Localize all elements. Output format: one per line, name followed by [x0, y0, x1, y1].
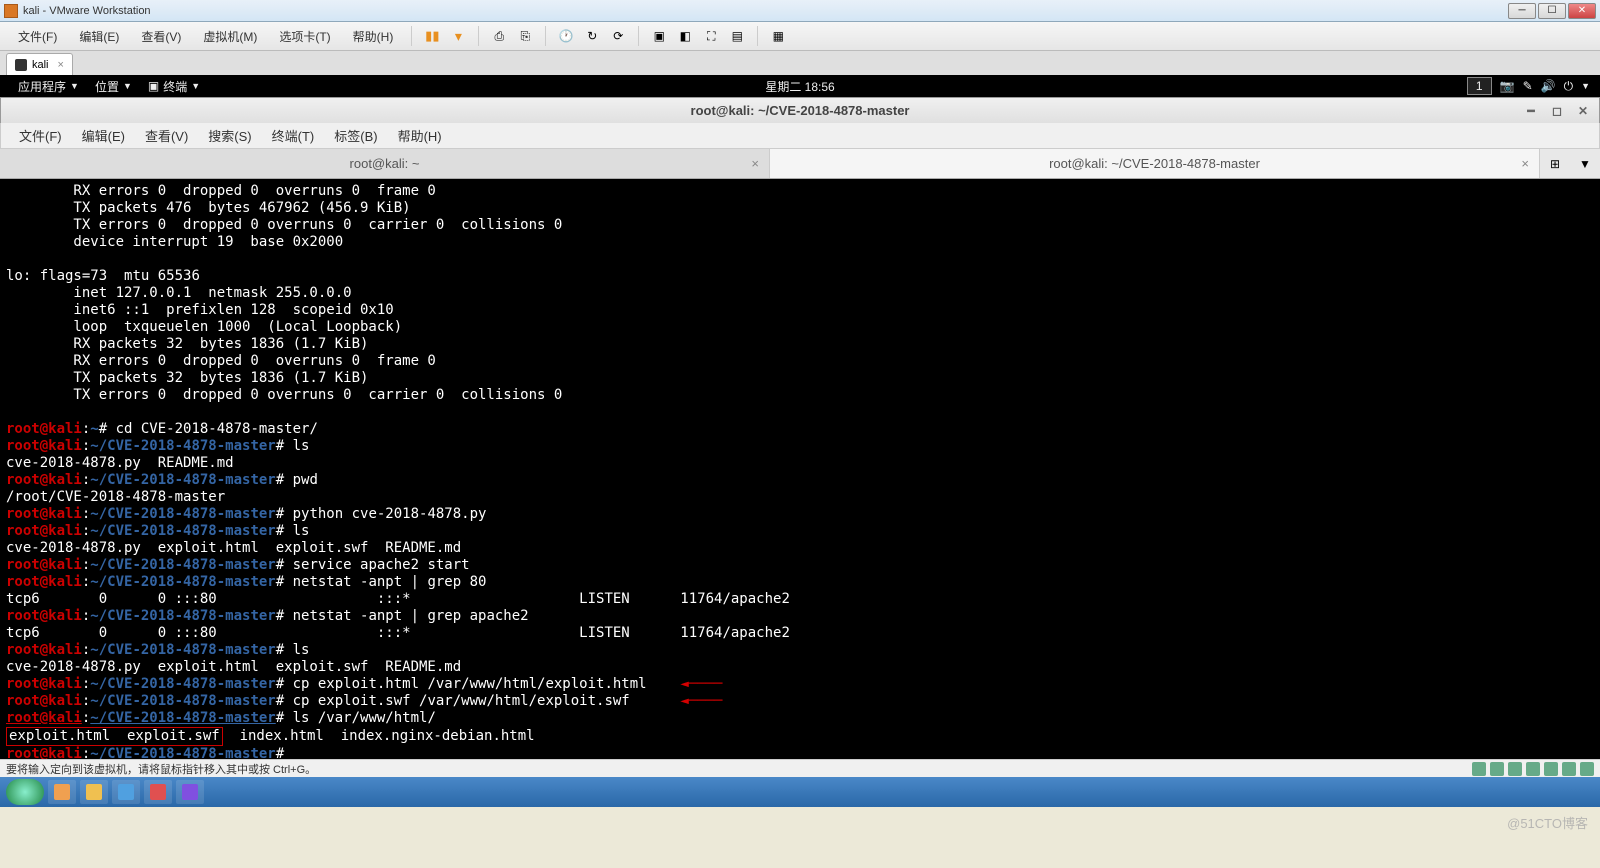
kali-places-menu[interactable]: 位置▼: [87, 78, 140, 95]
term-menu-search[interactable]: 搜索(S): [198, 122, 261, 149]
clock-button[interactable]: 🕐: [554, 24, 578, 48]
vm-tab-kali[interactable]: kali ×: [6, 53, 73, 75]
workspace-indicator[interactable]: 1: [1467, 77, 1492, 95]
term-maximize-button[interactable]: ◻: [1549, 103, 1565, 119]
start-button[interactable]: [6, 779, 44, 805]
status-device-icon[interactable]: [1580, 762, 1594, 776]
menu-vm[interactable]: 虚拟机(M): [193, 24, 267, 49]
vmware-statusbar: 要将输入定向到该虚拟机，请将鼠标指针移入其中或按 Ctrl+G。: [0, 759, 1600, 777]
status-device-icon[interactable]: [1490, 762, 1504, 776]
terminal-output[interactable]: RX errors 0 dropped 0 overruns 0 frame 0…: [0, 179, 1600, 759]
status-device-icon[interactable]: [1562, 762, 1576, 776]
taskbar-item[interactable]: [144, 780, 172, 804]
status-device-icon[interactable]: [1508, 762, 1522, 776]
vm-tab-label: kali: [32, 59, 49, 71]
window-title: kali - VMware Workstation: [23, 5, 151, 17]
snapshot-button[interactable]: ⎙: [487, 24, 511, 48]
close-icon[interactable]: ×: [1521, 156, 1529, 171]
menu-edit[interactable]: 编辑(E): [69, 24, 129, 49]
vmware-menubar: 文件(F) 编辑(E) 查看(V) 虚拟机(M) 选项卡(T) 帮助(H) ▮▮…: [0, 22, 1600, 51]
app-icon: [118, 784, 134, 800]
taskbar-item[interactable]: [80, 780, 108, 804]
menu-tabs[interactable]: 选项卡(T): [269, 24, 340, 49]
fit-button[interactable]: ⛶: [699, 24, 723, 48]
vm-tab-close-icon[interactable]: ×: [58, 59, 64, 71]
term-menu-help[interactable]: 帮助(H): [388, 122, 452, 149]
taskbar-item[interactable]: [48, 780, 76, 804]
terminal-tab-1[interactable]: root@kali: ~ ×: [0, 149, 770, 178]
term-menu-view[interactable]: 查看(V): [135, 122, 198, 149]
vm-tab-icon: [15, 59, 27, 71]
watermark: @51CTO博客: [1507, 813, 1588, 832]
menu-view[interactable]: 查看(V): [131, 24, 191, 49]
app-icon: [54, 784, 70, 800]
kali-datetime[interactable]: 星期二 18:56: [765, 78, 834, 95]
pause-button[interactable]: ▮▮: [420, 24, 444, 48]
terminal-menubar: 文件(F) 编辑(E) 查看(V) 搜索(S) 终端(T) 标签(B) 帮助(H…: [0, 123, 1600, 149]
dropdown-icon[interactable]: ▼: [1581, 81, 1590, 91]
divider: [411, 26, 412, 46]
minimize-button[interactable]: ─: [1508, 3, 1536, 19]
divider: [478, 26, 479, 46]
app-icon: [86, 784, 102, 800]
terminal-tab-2[interactable]: root@kali: ~/CVE-2018-4878-master ×: [770, 149, 1540, 178]
unity-button[interactable]: ◧: [673, 24, 697, 48]
taskbar-item[interactable]: [176, 780, 204, 804]
ctrl-alt-del-button[interactable]: ↻: [580, 24, 604, 48]
menu-file[interactable]: 文件(F): [8, 24, 67, 49]
term-minimize-button[interactable]: ━: [1523, 103, 1539, 119]
term-menu-terminal[interactable]: 终端(T): [262, 122, 325, 149]
vmware-tabbar: kali ×: [0, 51, 1600, 75]
app-icon: [182, 784, 198, 800]
kali-applications-menu[interactable]: 应用程序▼: [10, 78, 87, 95]
term-menu-tabs[interactable]: 标签(B): [324, 122, 387, 149]
vmware-icon: [4, 4, 18, 18]
refresh-button[interactable]: ⟳: [606, 24, 630, 48]
menu-help[interactable]: 帮助(H): [343, 24, 404, 49]
status-device-icon[interactable]: [1526, 762, 1540, 776]
tab-dropdown-button[interactable]: ▼: [1570, 149, 1600, 178]
volume-icon[interactable]: 🔊: [1541, 79, 1556, 93]
screwdriver-icon[interactable]: ✎: [1523, 79, 1533, 93]
term-menu-file[interactable]: 文件(F): [9, 122, 72, 149]
term-menu-edit[interactable]: 编辑(E): [72, 122, 135, 149]
status-device-icon[interactable]: [1544, 762, 1558, 776]
show-toolbar-button[interactable]: ▤: [725, 24, 749, 48]
play-dropdown-button[interactable]: ▾: [446, 24, 470, 48]
windows-taskbar: [0, 777, 1600, 807]
new-tab-button[interactable]: ⊞: [1540, 149, 1570, 178]
maximize-button[interactable]: ☐: [1538, 3, 1566, 19]
fullscreen-button[interactable]: ▣: [647, 24, 671, 48]
terminal-icon: ▣: [148, 79, 159, 93]
camera-icon[interactable]: 📷: [1500, 79, 1515, 93]
term-close-button[interactable]: ✕: [1575, 103, 1591, 119]
divider: [757, 26, 758, 46]
app-icon: [150, 784, 166, 800]
kali-topbar: 应用程序▼ 位置▼ ▣ 终端▼ 星期二 18:56 1 📷 ✎ 🔊 ⏻ ▼: [0, 75, 1600, 97]
power-icon[interactable]: ⏻: [1564, 79, 1574, 94]
status-device-icon[interactable]: [1472, 762, 1486, 776]
terminal-titlebar: root@kali: ~/CVE-2018-4878-master ━ ◻ ✕: [0, 97, 1600, 123]
terminal-title: root@kali: ~/CVE-2018-4878-master: [691, 103, 910, 118]
divider: [638, 26, 639, 46]
status-text: 要将输入定向到该虚拟机，请将鼠标指针移入其中或按 Ctrl+G。: [6, 761, 316, 777]
close-icon[interactable]: ×: [751, 156, 759, 171]
taskbar-item[interactable]: [112, 780, 140, 804]
divider: [545, 26, 546, 46]
kali-terminal-menu[interactable]: ▣ 终端▼: [140, 78, 208, 95]
snapshot-manage-button[interactable]: ⎘: [513, 24, 537, 48]
library-button[interactable]: ▦: [766, 24, 790, 48]
close-button[interactable]: ✕: [1568, 3, 1596, 19]
terminal-tabbar: root@kali: ~ × root@kali: ~/CVE-2018-487…: [0, 149, 1600, 179]
windows-titlebar: kali - VMware Workstation ─ ☐ ✕: [0, 0, 1600, 22]
